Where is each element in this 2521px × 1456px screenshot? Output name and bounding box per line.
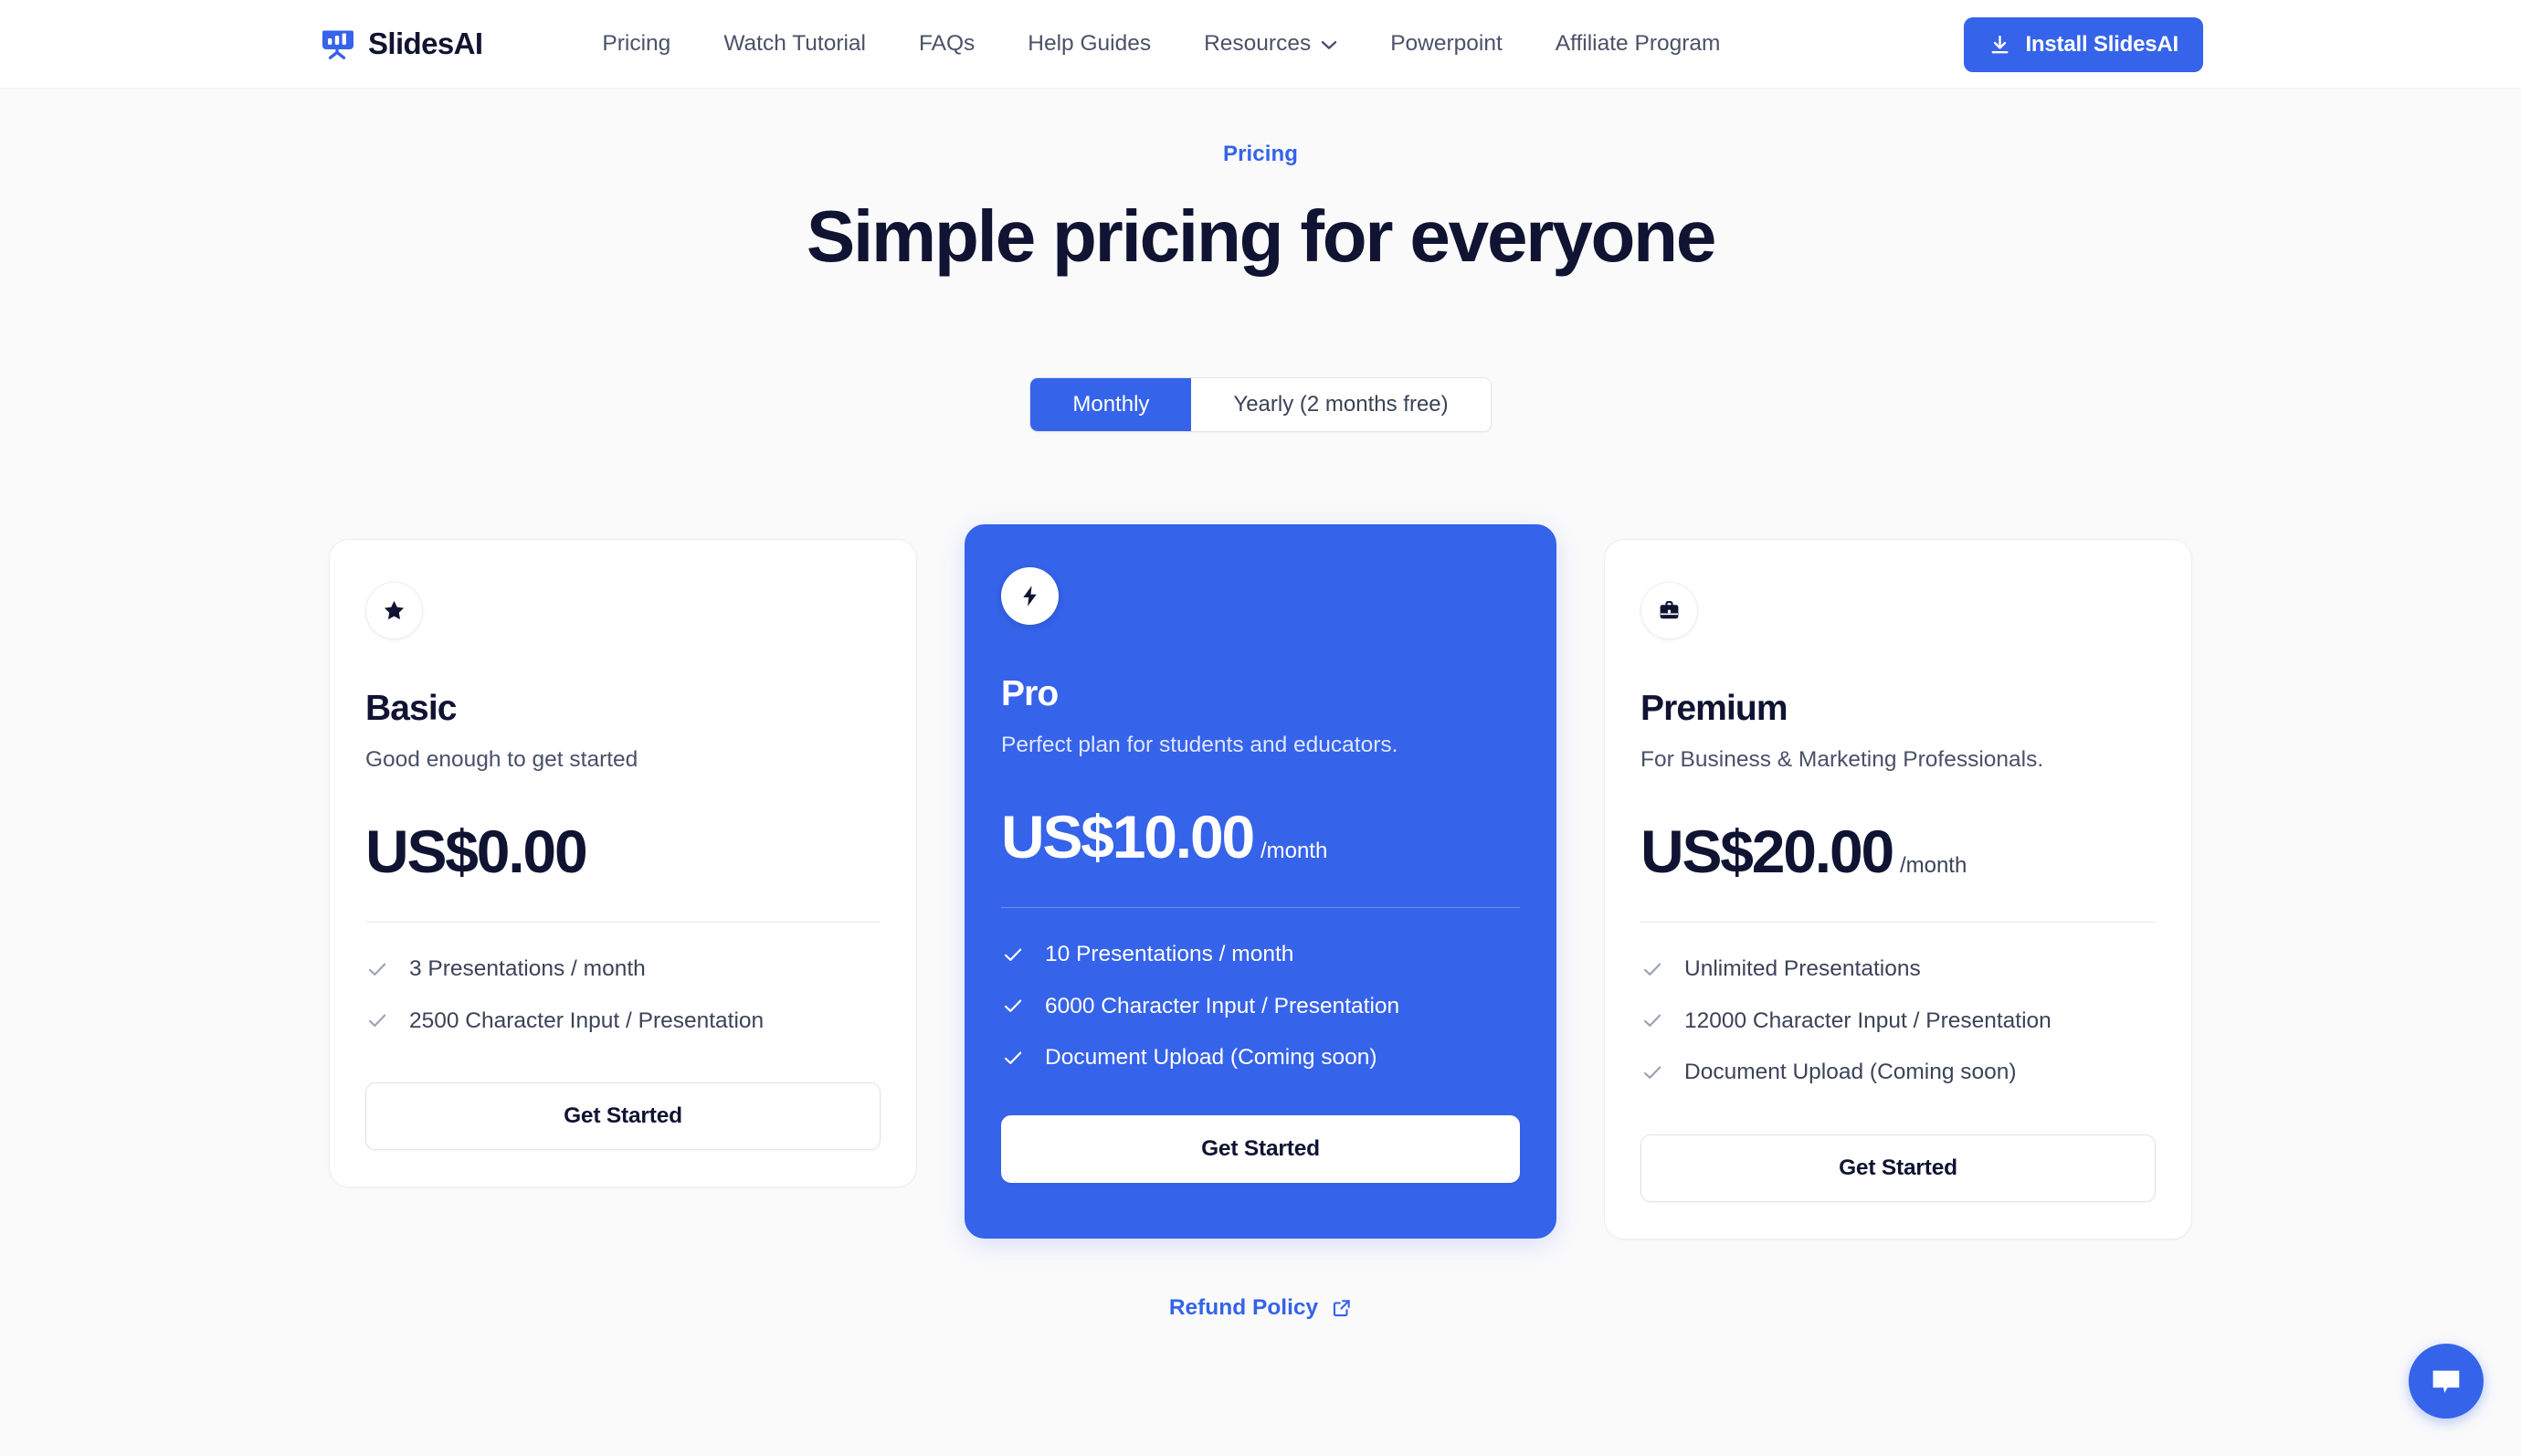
feature-label: Document Upload (Coming soon) bbox=[1045, 1045, 1377, 1071]
plan-price: US$20.00 bbox=[1640, 818, 1894, 886]
plan-price-row: US$0.00 bbox=[365, 821, 881, 881]
feature-item: 10 Presentations / month bbox=[1001, 941, 1520, 967]
plan-name: Premium bbox=[1640, 689, 1788, 728]
feature-item: 6000 Character Input / Presentation bbox=[1001, 993, 1520, 1019]
plan-name: Basic bbox=[365, 689, 457, 728]
check-icon bbox=[1640, 957, 1664, 981]
lightning-bolt-icon bbox=[1018, 584, 1042, 608]
plan-icon-badge bbox=[365, 582, 423, 639]
nav-label: FAQs bbox=[919, 30, 976, 56]
plan-period: /month bbox=[1899, 853, 1967, 879]
feature-label: 10 Presentations / month bbox=[1045, 942, 1294, 967]
feature-item: 2500 Character Input / Presentation bbox=[365, 1008, 881, 1034]
check-icon bbox=[365, 1008, 389, 1032]
nav-item-resources[interactable]: Resources bbox=[1177, 30, 1364, 56]
brand-name: SlidesAI bbox=[368, 26, 483, 60]
feature-item: 3 Presentations / month bbox=[365, 955, 881, 982]
nav-item-help-guides[interactable]: Help Guides bbox=[1001, 30, 1177, 56]
nav-item-affiliate-program[interactable]: Affiliate Program bbox=[1529, 30, 1747, 56]
refund-policy-link[interactable]: Refund Policy bbox=[1169, 1295, 1352, 1321]
install-slidesai-button[interactable]: Install SlidesAI bbox=[1964, 17, 2203, 72]
check-icon bbox=[1001, 1046, 1025, 1070]
nav-label: Pricing bbox=[602, 30, 671, 56]
plan-price-row: US$20.00 /month bbox=[1640, 821, 2156, 881]
install-button-label: Install SlidesAI bbox=[2025, 32, 2178, 57]
nav-label: Affiliate Program bbox=[1555, 30, 1721, 56]
plan-features: 3 Presentations / month 2500 Character I… bbox=[365, 955, 881, 1034]
check-icon bbox=[1640, 1060, 1664, 1084]
card-divider bbox=[365, 922, 881, 923]
nav-label: Help Guides bbox=[1028, 30, 1152, 56]
plan-description: For Business & Marketing Professionals. bbox=[1640, 747, 2044, 772]
check-icon bbox=[1640, 1008, 1664, 1032]
nav-item-watch-tutorial[interactable]: Watch Tutorial bbox=[697, 30, 892, 56]
feature-item: 12000 Character Input / Presentation bbox=[1640, 1008, 2156, 1034]
plan-price: US$0.00 bbox=[365, 818, 588, 886]
chat-widget-button[interactable] bbox=[2409, 1344, 2484, 1419]
page-title: Simple pricing for everyone bbox=[806, 195, 1716, 277]
card-divider bbox=[1640, 922, 2156, 923]
billing-toggle-wrapper: Monthly Yearly (2 months free) bbox=[0, 377, 2521, 432]
refund-policy-wrapper: Refund Policy bbox=[0, 1295, 2521, 1321]
external-link-icon bbox=[1332, 1298, 1352, 1318]
refund-policy-label: Refund Policy bbox=[1168, 1294, 1319, 1320]
nav-label: Watch Tutorial bbox=[723, 30, 866, 56]
billing-toggle[interactable]: Monthly Yearly (2 months free) bbox=[1029, 377, 1492, 432]
feature-label: 2500 Character Input / Presentation bbox=[409, 1008, 765, 1033]
site-header: SlidesAI Pricing Watch Tutorial FAQs Hel… bbox=[0, 0, 2521, 89]
get-started-button-basic[interactable]: Get Started bbox=[365, 1082, 881, 1151]
card-divider bbox=[1001, 907, 1520, 909]
chat-bubble-icon bbox=[2428, 1363, 2464, 1399]
get-started-button-pro[interactable]: Get Started bbox=[1001, 1114, 1520, 1183]
nav-item-powerpoint[interactable]: Powerpoint bbox=[1364, 30, 1529, 56]
plan-features: 10 Presentations / month 6000 Character … bbox=[1001, 941, 1520, 1071]
plan-icon-badge bbox=[1640, 582, 1698, 639]
feature-label: 12000 Character Input / Presentation bbox=[1684, 1008, 2052, 1033]
slides-presentation-icon bbox=[318, 25, 356, 63]
billing-toggle-monthly[interactable]: Monthly bbox=[1030, 378, 1192, 431]
feature-item: Unlimited Presentations bbox=[1640, 955, 2156, 982]
plan-name: Pro bbox=[1001, 674, 1059, 713]
feature-label: Document Upload (Coming soon) bbox=[1684, 1060, 2017, 1085]
pricing-card-premium: Premium For Business & Marketing Profess… bbox=[1604, 539, 2192, 1240]
nav-label: Resources bbox=[1204, 30, 1312, 56]
feature-label: 3 Presentations / month bbox=[409, 956, 646, 982]
nav-label: Powerpoint bbox=[1390, 30, 1503, 56]
billing-toggle-yearly[interactable]: Yearly (2 months free) bbox=[1191, 378, 1491, 431]
feature-label: Unlimited Presentations bbox=[1684, 956, 1921, 982]
feature-item: Document Upload (Coming soon) bbox=[1640, 1059, 2156, 1085]
feature-item: Document Upload (Coming soon) bbox=[1001, 1044, 1520, 1071]
check-icon bbox=[1001, 943, 1025, 966]
plan-features: Unlimited Presentations 12000 Character … bbox=[1640, 955, 2156, 1085]
plan-price: US$10.00 bbox=[1001, 803, 1255, 871]
plan-price-row: US$10.00 /month bbox=[1001, 807, 1520, 867]
get-started-button-premium[interactable]: Get Started bbox=[1640, 1134, 2156, 1202]
hero-section: Pricing Simple pricing for everyone bbox=[0, 89, 2521, 273]
chevron-down-icon bbox=[1321, 37, 1337, 50]
main-navigation: Pricing Watch Tutorial FAQs Help Guides … bbox=[575, 30, 1747, 56]
download-icon bbox=[1988, 34, 2011, 57]
nav-item-faqs[interactable]: FAQs bbox=[892, 30, 1001, 56]
plan-period: /month bbox=[1260, 839, 1328, 864]
brand-logo[interactable]: SlidesAI bbox=[318, 25, 483, 63]
nav-item-pricing[interactable]: Pricing bbox=[575, 30, 697, 56]
pricing-card-basic: Basic Good enough to get started US$0.00… bbox=[329, 539, 917, 1188]
pricing-card-pro: Pro Perfect plan for students and educat… bbox=[965, 524, 1556, 1239]
briefcase-icon bbox=[1657, 598, 1682, 623]
check-icon bbox=[1001, 994, 1025, 1018]
plan-icon-badge bbox=[1001, 567, 1059, 625]
check-icon bbox=[365, 957, 389, 981]
plan-description: Good enough to get started bbox=[365, 747, 638, 772]
star-icon bbox=[382, 598, 406, 623]
page-eyebrow: Pricing bbox=[1222, 142, 1299, 166]
pricing-cards: Basic Good enough to get started US$0.00… bbox=[0, 524, 2521, 1240]
plan-description: Perfect plan for students and educators. bbox=[1001, 733, 1398, 757]
feature-label: 6000 Character Input / Presentation bbox=[1045, 993, 1400, 1018]
